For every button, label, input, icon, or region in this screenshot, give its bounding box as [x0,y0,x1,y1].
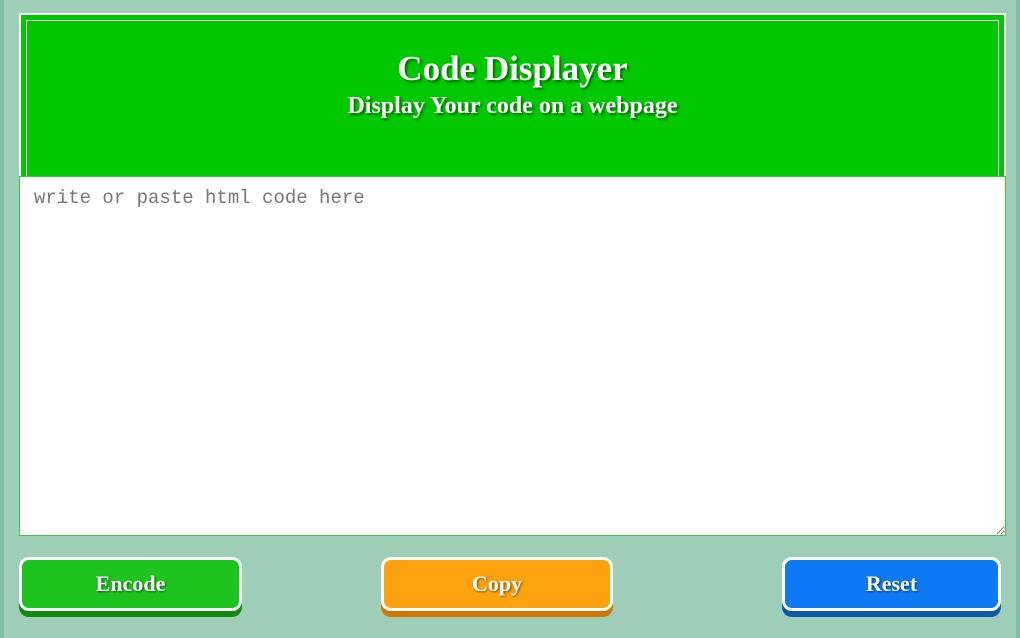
page-title: Code Displayer [397,49,628,88]
encode-button[interactable]: Encode [19,557,242,611]
page-subtitle: Display Your code on a webpage [347,93,678,119]
code-input[interactable] [19,176,1006,536]
header-banner: Code Displayer Display Your code on a we… [19,13,1006,176]
copy-button[interactable]: Copy [381,557,613,611]
app-frame: Code Displayer Display Your code on a we… [0,0,1020,638]
reset-button[interactable]: Reset [782,557,1001,611]
